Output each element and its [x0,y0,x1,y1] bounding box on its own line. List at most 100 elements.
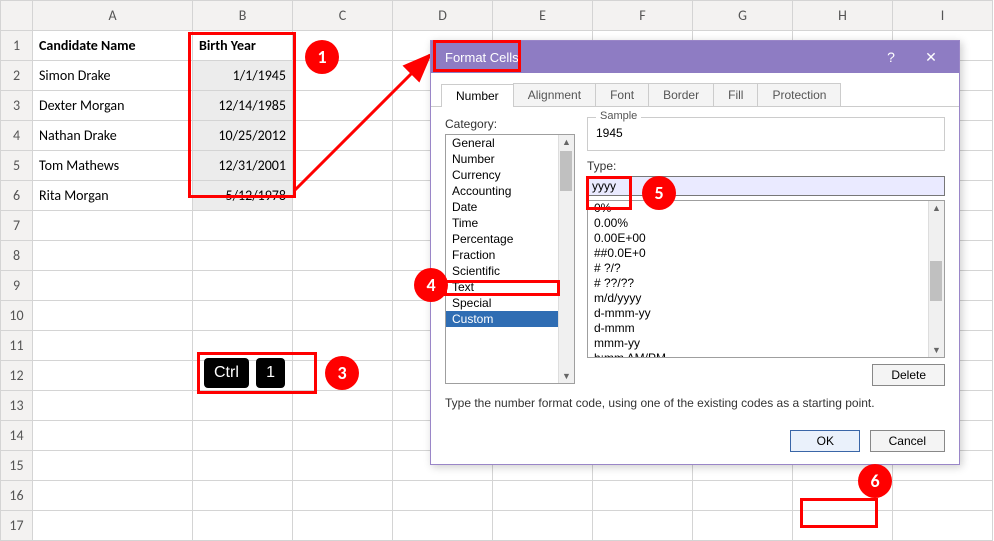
col-header-I[interactable]: I [893,1,993,31]
row-header-2[interactable]: 2 [1,61,33,91]
cell[interactable] [33,331,193,361]
tab-fill[interactable]: Fill [713,83,758,106]
cell[interactable] [293,391,393,421]
cell-B4[interactable]: 10/25/2012 [193,121,293,151]
cell[interactable] [293,451,393,481]
row-header-4[interactable]: 4 [1,121,33,151]
cell[interactable] [193,271,293,301]
row-header-5[interactable]: 5 [1,151,33,181]
cell[interactable] [293,91,393,121]
category-scrollbar[interactable] [558,135,574,383]
cell[interactable] [193,301,293,331]
category-item[interactable]: Fraction [446,247,574,263]
col-header-D[interactable]: D [393,1,493,31]
category-item[interactable]: Accounting [446,183,574,199]
cell-B1[interactable]: Birth Year [193,31,293,61]
row-header-17[interactable]: 17 [1,511,33,541]
cell[interactable] [293,481,393,511]
row-header-16[interactable]: 16 [1,481,33,511]
category-list[interactable]: General Number Currency Accounting Date … [445,134,575,384]
cell[interactable] [593,511,693,541]
tab-alignment[interactable]: Alignment [513,83,596,106]
cell[interactable] [293,271,393,301]
category-item[interactable]: Date [446,199,574,215]
dialog-titlebar[interactable]: Format Cells ? ✕ [431,41,959,73]
cell-B3[interactable]: 12/14/1985 [193,91,293,121]
cell[interactable] [33,301,193,331]
col-header-E[interactable]: E [493,1,593,31]
col-header-H[interactable]: H [793,1,893,31]
cell[interactable] [293,181,393,211]
cell[interactable] [33,271,193,301]
category-item[interactable]: Percentage [446,231,574,247]
format-code-item[interactable]: ##0.0E+0 [588,246,944,261]
close-button[interactable]: ✕ [911,49,951,66]
col-header-G[interactable]: G [693,1,793,31]
cell-A1[interactable]: Candidate Name [33,31,193,61]
col-header-B[interactable]: B [193,1,293,31]
category-item[interactable]: Scientific [446,263,574,279]
format-code-item[interactable]: 0% [588,201,944,216]
tab-font[interactable]: Font [595,83,649,106]
cancel-button[interactable]: Cancel [870,430,945,452]
cell-A5[interactable]: Tom Mathews [33,151,193,181]
cell[interactable] [493,481,593,511]
format-code-item[interactable]: 0.00% [588,216,944,231]
cell[interactable] [193,391,293,421]
cell[interactable] [293,211,393,241]
format-code-item[interactable]: d-mmm [588,321,944,336]
cell[interactable] [293,511,393,541]
type-input[interactable] [587,176,945,196]
cell[interactable] [33,421,193,451]
tab-protection[interactable]: Protection [757,83,841,106]
row-header-12[interactable]: 12 [1,361,33,391]
cell[interactable] [33,241,193,271]
row-header-11[interactable]: 11 [1,331,33,361]
cell-A4[interactable]: Nathan Drake [33,121,193,151]
col-header-C[interactable]: C [293,1,393,31]
delete-button[interactable]: Delete [872,364,945,386]
row-header-14[interactable]: 14 [1,421,33,451]
format-scrollbar[interactable] [928,201,944,357]
cell[interactable] [893,481,993,511]
cell[interactable] [193,511,293,541]
cell[interactable] [393,481,493,511]
category-item[interactable]: Currency [446,167,574,183]
row-header-3[interactable]: 3 [1,91,33,121]
cell[interactable] [493,511,593,541]
row-header-9[interactable]: 9 [1,271,33,301]
cell[interactable] [33,391,193,421]
cell[interactable] [193,241,293,271]
cell[interactable] [693,511,793,541]
category-item-custom[interactable]: Custom [446,311,574,327]
cell-B5[interactable]: 12/31/2001 [193,151,293,181]
row-header-13[interactable]: 13 [1,391,33,421]
row-header-8[interactable]: 8 [1,241,33,271]
format-code-item[interactable]: 0.00E+00 [588,231,944,246]
row-header-1[interactable]: 1 [1,31,33,61]
col-header-F[interactable]: F [593,1,693,31]
cell[interactable] [33,511,193,541]
col-header-A[interactable]: A [33,1,193,31]
cell-A3[interactable]: Dexter Morgan [33,91,193,121]
cell[interactable] [193,451,293,481]
category-item[interactable]: Special [446,295,574,311]
cell[interactable] [33,361,193,391]
cell[interactable] [193,481,293,511]
row-header-6[interactable]: 6 [1,181,33,211]
row-header-15[interactable]: 15 [1,451,33,481]
cell-B6[interactable]: 5/12/1978 [193,181,293,211]
category-item[interactable]: Number [446,151,574,167]
cell-A6[interactable]: Rita Morgan [33,181,193,211]
cell[interactable] [293,301,393,331]
cell[interactable] [593,481,693,511]
format-code-item[interactable]: # ??/?? [588,276,944,291]
cell[interactable] [293,151,393,181]
format-code-list[interactable]: 0% 0.00% 0.00E+00 ##0.0E+0 # ?/? # ??/??… [587,200,945,358]
tab-number[interactable]: Number [441,84,514,107]
cell[interactable] [893,511,993,541]
cell[interactable] [193,421,293,451]
cell[interactable] [33,451,193,481]
category-item[interactable]: General [446,135,574,151]
format-code-item[interactable]: mmm-yy [588,336,944,351]
